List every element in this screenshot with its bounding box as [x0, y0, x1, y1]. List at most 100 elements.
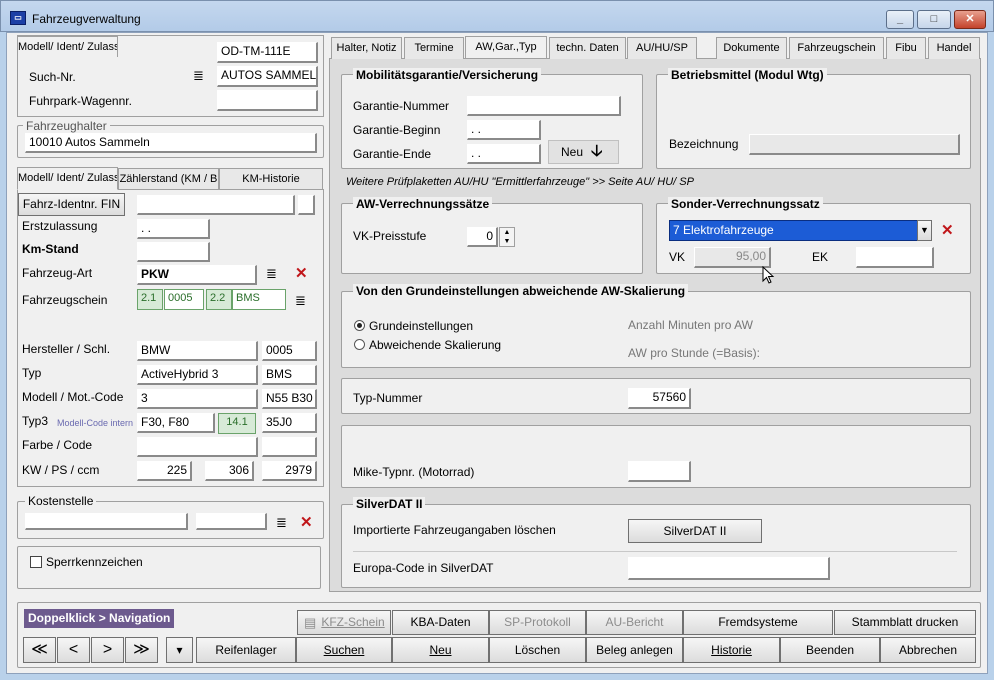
kmstand-field[interactable] [137, 242, 210, 262]
minimize-button[interactable]: _ [886, 10, 914, 29]
close-button[interactable]: ✕ [954, 10, 986, 29]
nav-first-button[interactable]: ≪ [23, 637, 56, 663]
radio-abweichend[interactable] [354, 339, 365, 350]
erstzul-field[interactable]: . . [137, 219, 210, 239]
neu-button[interactable]: Neu [392, 637, 489, 663]
au-bericht-button[interactable]: AU-Bericht [586, 610, 683, 635]
farbe-field[interactable] [137, 437, 258, 457]
europa-field[interactable] [628, 557, 830, 580]
silver-group-title: SilverDAT II [353, 497, 426, 511]
halter-field[interactable]: 10010 Autos Sammeln [25, 133, 317, 153]
kosten-field-2[interactable] [196, 513, 267, 530]
ccm-field[interactable]: 2979 [262, 461, 317, 481]
art-field[interactable]: PKW [137, 265, 257, 285]
schein-22-field[interactable]: BMS [232, 289, 286, 310]
schein-21-field[interactable]: 0005 [164, 289, 204, 310]
typ3-hint: Modell-Code intern [57, 418, 134, 428]
list-icon[interactable]: ≣ [193, 69, 204, 82]
mike-field[interactable] [628, 461, 691, 482]
vk-field[interactable]: 95,00 [694, 247, 771, 268]
ek-field[interactable] [856, 247, 934, 268]
tab-fibu[interactable]: Fibu [886, 37, 926, 59]
tab-dokumente[interactable]: Dokumente [716, 37, 787, 59]
stammblatt-button[interactable]: Stammblatt drucken [834, 610, 976, 635]
neu-garantie-button[interactable]: Neu 🡣 [548, 140, 619, 164]
tab-zaehlerstand[interactable]: Zählerstand (KM / B [118, 168, 219, 189]
typ-field[interactable]: ActiveHybrid 3 [137, 365, 258, 385]
farbe-label: Farbe / Code [22, 438, 93, 452]
kosten-list-icon[interactable]: ≣ [276, 516, 287, 529]
fremdsysteme-button[interactable]: Fremdsysteme [683, 610, 833, 635]
tab-fahrzeugschein[interactable]: Fahrzeugschein [789, 37, 884, 59]
tab-km-historie[interactable]: KM-Historie [219, 168, 323, 189]
chevron-down-icon[interactable]: ▼ [917, 220, 932, 241]
hersteller-label: Hersteller / Schl. [22, 342, 111, 356]
schein-22-label: 2.2 [206, 289, 232, 310]
typnr-field[interactable]: 57560 [628, 388, 691, 409]
vk-preis-label: VK-Preisstufe [353, 229, 427, 243]
tab-aw-gar-typ[interactable]: AW,Gar.,Typ [465, 36, 547, 58]
tab-techn-daten[interactable]: techn. Daten [549, 37, 626, 59]
nav-next-button[interactable]: > [91, 637, 124, 663]
kosten-field-1[interactable] [25, 513, 188, 530]
schein-list-icon[interactable]: ≣ [295, 294, 306, 307]
typ-code-field[interactable]: BMS [262, 365, 317, 385]
sperr-checkbox[interactable] [30, 556, 42, 568]
garnr-field[interactable] [467, 96, 621, 116]
tab-handel[interactable]: Handel [928, 37, 980, 59]
skal-group-title: Von den Grundeinstellungen abweichende A… [353, 284, 689, 298]
fuhrpark-label: Fuhrpark-Wagennr. [29, 94, 132, 108]
tab-modell[interactable]: Modell/ Ident/ Zulass [17, 36, 118, 57]
tab-au-hu-sp[interactable]: AU/HU/SP [627, 37, 697, 59]
sp-protokoll-button[interactable]: SP-Protokoll [489, 610, 586, 635]
nav-dropdown-button[interactable]: ▾ [166, 637, 193, 663]
fin-check-field[interactable] [298, 195, 315, 215]
hersteller-code-field[interactable]: 0005 [262, 341, 317, 361]
tab-halter[interactable]: Halter, Notiz [331, 37, 402, 59]
garend-field[interactable]: . . [467, 144, 541, 164]
art-delete-icon[interactable]: ✕ [295, 266, 308, 281]
garbeg-field[interactable]: . . [467, 120, 541, 140]
sonder-select[interactable]: 7 Elektrofahrzeuge [669, 220, 918, 241]
kw-field[interactable]: 225 [137, 461, 192, 481]
farbe-code-field[interactable] [262, 437, 317, 457]
kosten-delete-icon[interactable]: ✕ [300, 515, 313, 530]
reifenlager-button[interactable]: Reifenlager [196, 637, 296, 663]
kfz-schein-button[interactable]: ▤ KFZ-Schein [297, 610, 391, 635]
fin-field[interactable] [137, 195, 295, 215]
fin-button[interactable]: Fahrz-Identnr. FIN [18, 193, 125, 216]
nav-prev-button[interactable]: < [57, 637, 90, 663]
typ3-field[interactable]: F30, F80 [137, 413, 215, 433]
radio-grundeinstellungen[interactable] [354, 320, 365, 331]
hersteller-field[interactable]: BMW [137, 341, 258, 361]
art-list-icon[interactable]: ≣ [266, 267, 277, 280]
vk-label: VK [669, 250, 686, 264]
kennzeichen-field[interactable]: OD-TM-111E [217, 42, 318, 63]
sonder-delete-icon[interactable]: ✕ [941, 223, 954, 238]
typ3-label: Typ3 [22, 414, 49, 428]
arrow-down-icon: 🡣 [591, 143, 603, 160]
suchnr-field[interactable]: AUTOS SAMMELN [217, 66, 318, 87]
loeschen-button[interactable]: Löschen [489, 637, 586, 663]
tab-termine[interactable]: Termine [404, 37, 464, 59]
kba-daten-button[interactable]: KBA-Daten [392, 610, 489, 635]
typ3-code-field[interactable]: 35J0 [262, 413, 317, 433]
historie-button[interactable]: Historie [683, 637, 780, 663]
abbrechen-button[interactable]: Abbrechen [880, 637, 976, 663]
beenden-button[interactable]: Beenden [780, 637, 880, 663]
suchen-button[interactable]: Suchen [296, 637, 392, 663]
vk-preis-field[interactable]: 0 [467, 227, 498, 247]
ps-field[interactable]: 306 [205, 461, 254, 481]
bez-field[interactable] [749, 134, 960, 155]
beleg-button[interactable]: Beleg anlegen [586, 637, 683, 663]
radio2-label: Abweichende Skalierung [369, 338, 502, 352]
maximize-button[interactable]: □ [917, 10, 951, 29]
tab-modell-active[interactable]: Modell/ Ident/ Zulass [17, 167, 118, 190]
modell-field[interactable]: 3 [137, 389, 258, 409]
vk-preis-spinner[interactable]: ▲ ▼ [499, 227, 515, 247]
motor-code-field[interactable]: N55 B30 [262, 389, 317, 409]
typ3-green-field[interactable]: 14.1 [218, 413, 256, 434]
fuhrpark-field[interactable] [217, 90, 318, 111]
silverdat-button[interactable]: SilverDAT II [628, 519, 762, 543]
nav-last-button[interactable]: ≫ [125, 637, 158, 663]
